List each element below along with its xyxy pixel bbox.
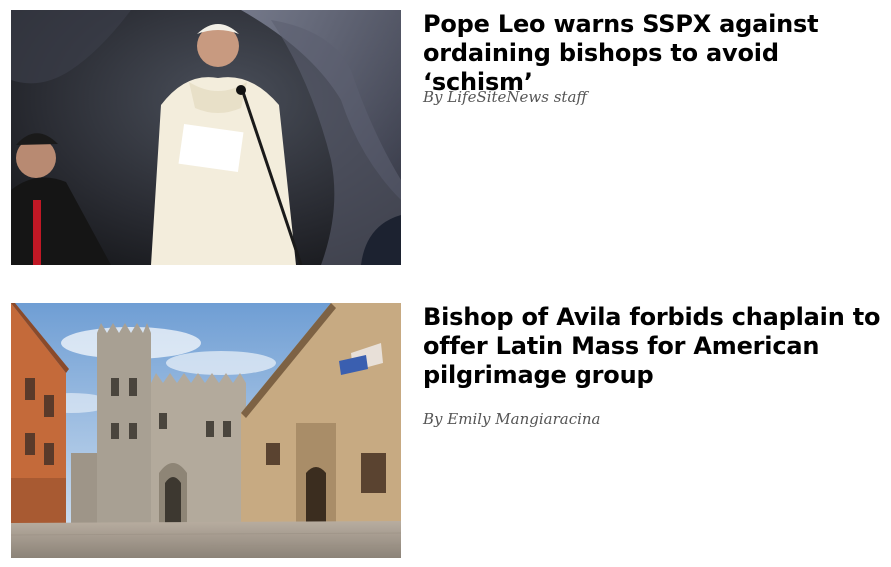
article-card: Bishop of Avila forbids chaplain to offe…	[0, 303, 891, 559]
article-byline[interactable]: By Emily Mangiaracina	[423, 410, 601, 428]
pope-speaking-photo	[11, 10, 401, 265]
avila-cathedral-photo	[11, 303, 401, 558]
article-thumbnail[interactable]	[11, 303, 401, 558]
article-headline[interactable]: Pope Leo warns SSPX against ordaining bi…	[423, 10, 889, 97]
article-headline[interactable]: Bishop of Avila forbids chaplain to offe…	[423, 303, 883, 390]
article-byline[interactable]: By LifeSiteNews staff	[423, 88, 587, 106]
article-thumbnail[interactable]	[11, 10, 401, 265]
article-card: Pope Leo warns SSPX against ordaining bi…	[0, 10, 891, 266]
